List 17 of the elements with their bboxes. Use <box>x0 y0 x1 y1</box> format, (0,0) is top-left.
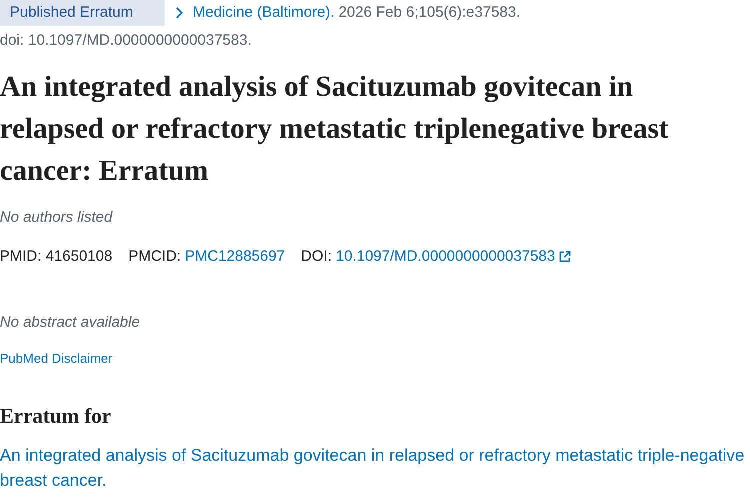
section-heading: Erratum for <box>0 403 112 430</box>
authors-note: No authors listed <box>0 208 114 228</box>
article-title: An integrated analysis of Sacituzumab govitecan in relapsed or refractory metastatic triplenegative breast cancer: Erratum <box>0 70 670 189</box>
abstract-note: No abstract available <box>0 313 142 333</box>
doi-link[interactable]: 10.1097/MD.0000000000037583 <box>336 246 572 268</box>
pmid-label: PMID: 41650108 <box>0 246 113 266</box>
pmcid-link[interactable]: PMC12885697 <box>185 246 286 268</box>
disclaimer-link[interactable]: PubMed Disclaimer <box>0 348 113 368</box>
doi-label: DOI: <box>301 246 332 266</box>
citation-doi: doi: 10.1097/MD.0000000000037583. <box>0 31 253 51</box>
article-type-badge: Published Erratum <box>0 0 165 26</box>
journal-link[interactable]: Medicine (Baltimore). <box>175 2 335 24</box>
chevron-right-icon <box>175 7 185 19</box>
pmcid-label: PMCID: <box>128 246 182 266</box>
external-link-icon <box>559 250 572 263</box>
erratum-article-link[interactable]: An integrated analysis of Sacituzumab govitecan in relapsed or refractory metastatic triple-negative breast cancer. <box>0 442 750 492</box>
citation-date: 2026 Feb 6;105(6):e37583. <box>338 2 521 23</box>
